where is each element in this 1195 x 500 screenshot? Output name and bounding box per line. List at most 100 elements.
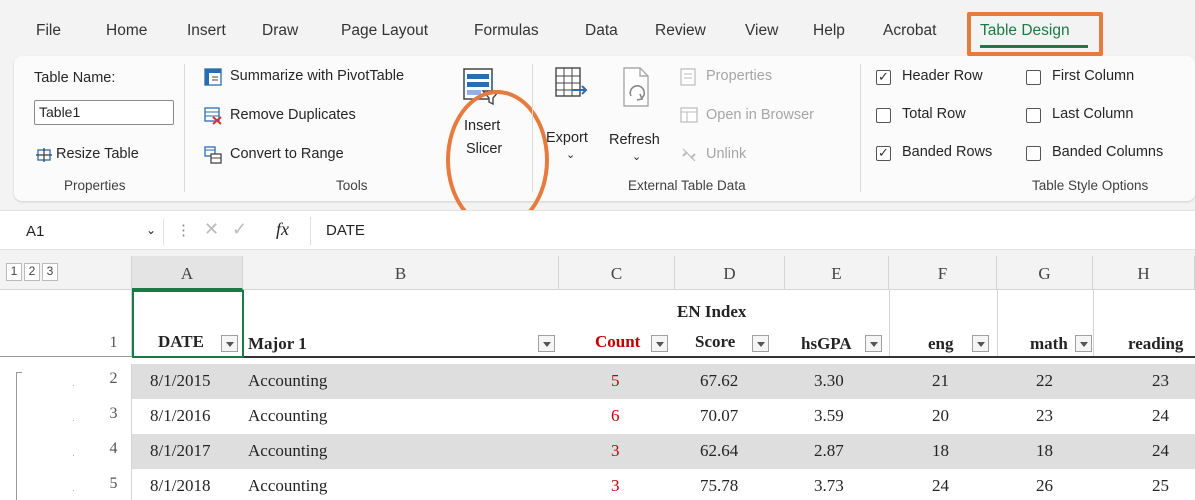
cell-hsgpa[interactable]: 3.30 xyxy=(814,371,844,391)
cell-date[interactable]: 8/1/2017 xyxy=(150,441,210,461)
gridline xyxy=(889,290,890,356)
cell-reading[interactable]: 24 xyxy=(1152,441,1169,461)
cell-major[interactable]: Accounting xyxy=(248,476,327,496)
formula-input[interactable]: DATE xyxy=(326,222,365,239)
tab-review[interactable]: Review xyxy=(655,22,706,40)
filter-dropdown-hsgpa[interactable] xyxy=(865,335,882,352)
export-label: Export xyxy=(546,130,588,146)
cell-en-index[interactable]: 75.78 xyxy=(700,476,738,496)
cell-math[interactable]: 22 xyxy=(1036,371,1053,391)
cell-en-index[interactable]: 62.64 xyxy=(700,441,738,461)
unlink-button: Unlink xyxy=(680,144,800,166)
tab-acrobat[interactable]: Acrobat xyxy=(883,22,936,40)
header-major: Major 1 xyxy=(248,334,307,353)
cell-major[interactable]: Accounting xyxy=(248,406,327,426)
column-header-d[interactable]: D xyxy=(675,256,785,290)
column-header-b[interactable]: B xyxy=(243,256,559,290)
column-header-g[interactable]: G xyxy=(997,256,1093,290)
filter-dropdown-date[interactable] xyxy=(221,335,238,352)
tab-page-layout[interactable]: Page Layout xyxy=(341,22,428,40)
cell-math[interactable]: 18 xyxy=(1036,441,1053,461)
tab-file[interactable]: File xyxy=(36,22,61,40)
banded-columns-checkbox[interactable]: Banded Columns xyxy=(1026,144,1191,166)
header-row-checkbox[interactable]: Header Row xyxy=(876,68,1016,90)
column-header-f[interactable]: F xyxy=(889,256,997,290)
cell-date[interactable]: 8/1/2018 xyxy=(150,476,210,496)
cell-count[interactable]: 3 xyxy=(611,441,620,461)
checkbox-checked xyxy=(876,145,891,161)
table-name-input[interactable]: Table1 xyxy=(34,100,174,125)
refresh-icon xyxy=(623,67,649,107)
tab-insert[interactable]: Insert xyxy=(187,22,226,40)
filter-dropdown-count[interactable] xyxy=(651,335,668,352)
cell-count[interactable]: 5 xyxy=(611,371,620,391)
row-header-4[interactable]: 4 xyxy=(96,434,132,469)
banded-rows-checkbox[interactable]: Banded Rows xyxy=(876,144,1016,166)
column-header-c[interactable]: C xyxy=(559,256,675,290)
cell-major[interactable]: Accounting xyxy=(248,371,327,391)
filter-dropdown-en-index[interactable] xyxy=(752,335,769,352)
cell-major[interactable]: Accounting xyxy=(248,441,327,461)
convert-to-range-button[interactable]: Convert to Range xyxy=(204,144,404,166)
outline-dot: · xyxy=(72,450,75,460)
cell-eng[interactable]: 20 xyxy=(932,406,949,426)
row-header-3[interactable]: 3 xyxy=(96,399,132,434)
column-header-h[interactable]: H xyxy=(1093,256,1195,290)
cell-hsgpa[interactable]: 3.73 xyxy=(814,476,844,496)
tab-formulas[interactable]: Formulas xyxy=(474,22,539,40)
outline-level-3[interactable]: 3 xyxy=(42,263,58,281)
row-header-1[interactable]: 1 xyxy=(96,290,132,356)
column-header-e[interactable]: E xyxy=(785,256,889,290)
enter-icon[interactable]: ✓ xyxy=(232,219,247,240)
cell-math[interactable]: 26 xyxy=(1036,476,1053,496)
tab-data[interactable]: Data xyxy=(585,22,618,40)
tab-draw[interactable]: Draw xyxy=(262,22,298,40)
header-hsgpa: hsGPA xyxy=(801,334,852,353)
refresh-button[interactable]: Refresh ⌄ xyxy=(606,66,666,166)
cancel-icon[interactable]: ✕ xyxy=(204,219,219,240)
resize-table-label: Resize Table xyxy=(56,146,139,162)
outline-level-2[interactable]: 2 xyxy=(24,263,40,281)
tab-view[interactable]: View xyxy=(745,22,778,40)
properties-label: Properties xyxy=(706,68,773,84)
resize-table-icon xyxy=(36,148,52,162)
select-all-corner[interactable]: 1 2 3 xyxy=(0,256,132,290)
name-box[interactable]: A1 ⌄ xyxy=(14,219,164,245)
tab-home[interactable]: Home xyxy=(106,22,147,40)
highlight-rectangle xyxy=(967,12,1103,56)
total-row-checkbox[interactable]: Total Row xyxy=(876,106,1016,128)
filter-dropdown-math[interactable] xyxy=(1075,335,1092,352)
cell-hsgpa[interactable]: 3.59 xyxy=(814,406,844,426)
filter-dropdown-eng[interactable] xyxy=(972,335,989,352)
cell-reading[interactable]: 23 xyxy=(1152,371,1169,391)
cell-date[interactable]: 8/1/2015 xyxy=(150,371,210,391)
summarize-pivottable-button[interactable]: Summarize with PivotTable xyxy=(204,66,444,88)
last-column-checkbox[interactable]: Last Column xyxy=(1026,106,1186,128)
total-row-label: Total Row xyxy=(902,106,966,122)
insert-function-icon[interactable]: fx xyxy=(276,219,289,240)
first-column-checkbox[interactable]: First Column xyxy=(1026,68,1186,90)
column-header-a[interactable]: A xyxy=(132,256,243,290)
cell-count[interactable]: 6 xyxy=(611,406,620,426)
cell-eng[interactable]: 21 xyxy=(932,371,949,391)
row-header-5[interactable]: 5 xyxy=(96,469,132,500)
cell-date[interactable]: 8/1/2016 xyxy=(150,406,210,426)
filter-dropdown-major[interactable] xyxy=(538,335,555,352)
more-options-icon[interactable]: ⋮ xyxy=(176,221,191,239)
cell-en-index[interactable]: 67.62 xyxy=(700,371,738,391)
row-header-2[interactable]: 2 xyxy=(96,364,132,399)
outline-level-1[interactable]: 1 xyxy=(6,263,22,281)
cell-count[interactable]: 3 xyxy=(611,476,620,496)
outline-dot: · xyxy=(72,380,75,390)
cell-eng[interactable]: 18 xyxy=(932,441,949,461)
cell-hsgpa[interactable]: 2.87 xyxy=(814,441,844,461)
tab-help[interactable]: Help xyxy=(813,22,845,40)
cell-reading[interactable]: 25 xyxy=(1152,476,1169,496)
cell-math[interactable]: 23 xyxy=(1036,406,1053,426)
resize-table-button[interactable]: Resize Table xyxy=(34,144,174,166)
remove-duplicates-button[interactable]: Remove Duplicates xyxy=(204,105,404,127)
export-button[interactable]: Export ⌄ xyxy=(544,66,599,166)
cell-reading[interactable]: 24 xyxy=(1152,406,1169,426)
cell-eng[interactable]: 24 xyxy=(932,476,949,496)
cell-en-index[interactable]: 70.07 xyxy=(700,406,738,426)
